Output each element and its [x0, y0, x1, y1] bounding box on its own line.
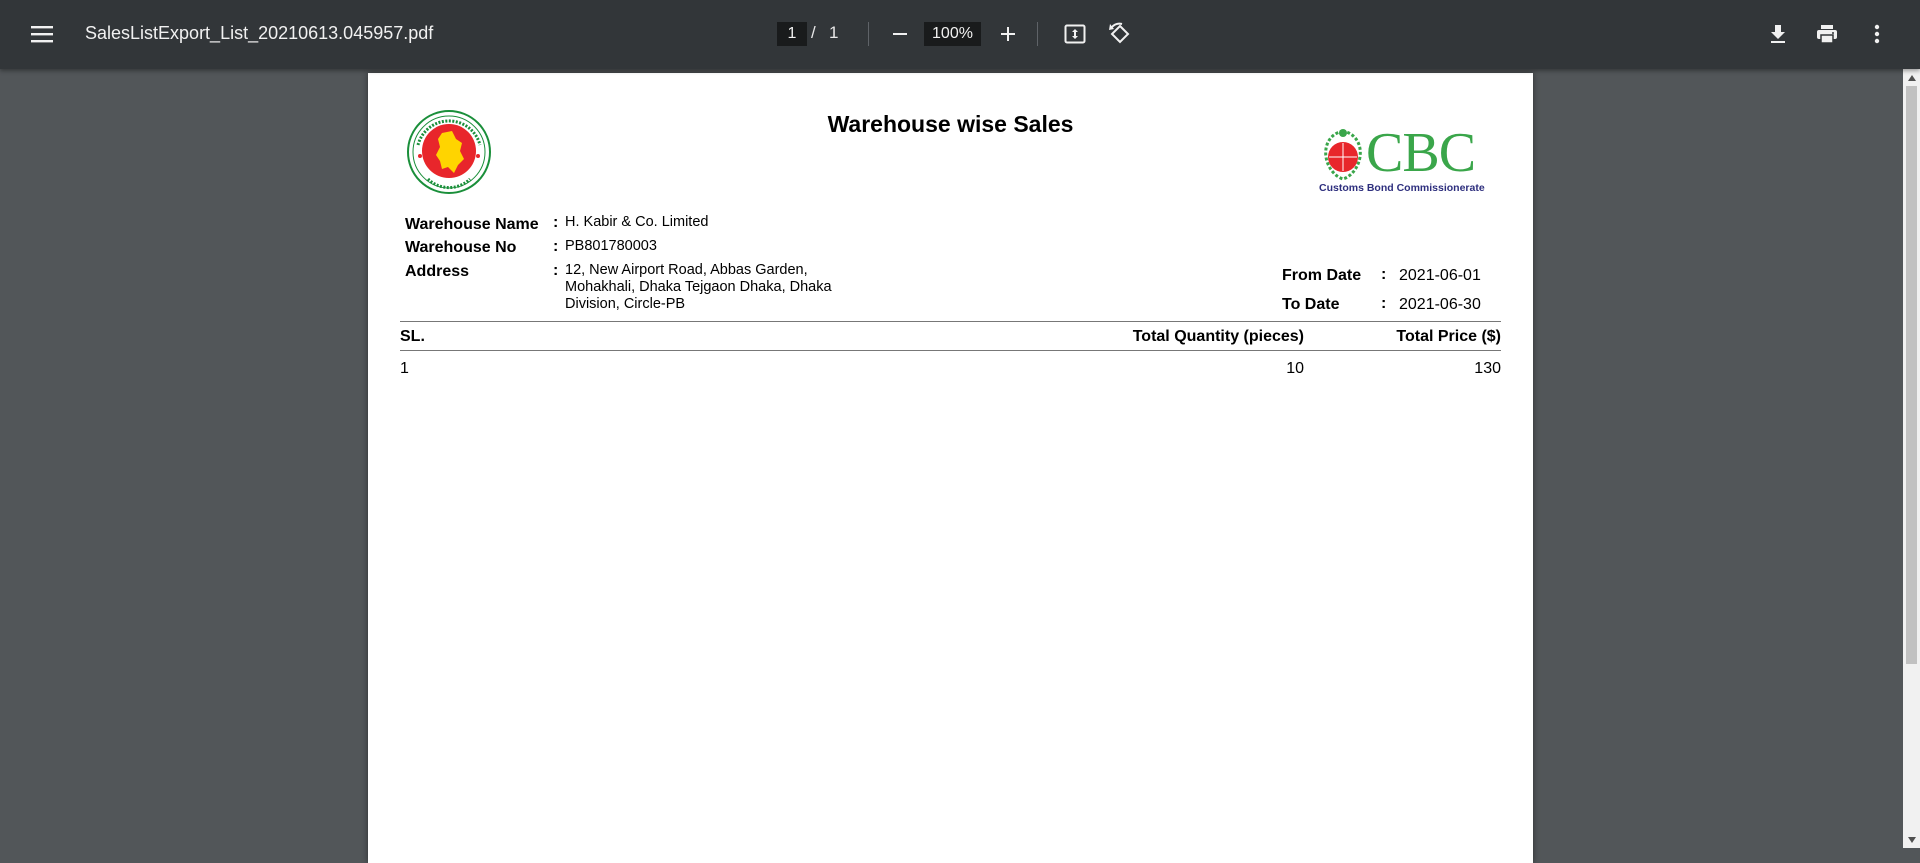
cbc-logo-subtitle: Customs Bond Commissionerate — [1319, 182, 1485, 194]
to-date-label: To Date — [1282, 296, 1340, 313]
vertical-scrollbar[interactable] — [1903, 69, 1920, 848]
colon: : — [553, 214, 559, 231]
zoom-level-input[interactable]: 100% — [924, 22, 981, 46]
download-button[interactable] — [1762, 18, 1794, 50]
cbc-logo-text: CBC — [1366, 122, 1476, 184]
total-pages: 1 — [829, 23, 839, 42]
scrollbar-thumb[interactable] — [1906, 86, 1917, 664]
warehouse-name-label: Warehouse Name — [405, 216, 539, 233]
colon: : — [553, 238, 559, 255]
pdf-viewer[interactable]: Warehouse wise Sales CBC Customs Bond Co… — [0, 69, 1920, 863]
menu-button[interactable] — [26, 18, 58, 50]
hamburger-menu-icon — [31, 26, 53, 43]
download-icon — [1771, 25, 1785, 43]
rotate-button[interactable] — [1104, 18, 1136, 50]
address-line: Mohakhali, Dhaka Tejgaon Dhaka, Dhaka — [565, 279, 832, 295]
scroll-down-button[interactable] — [1903, 831, 1920, 848]
from-date-value: 2021-06-01 — [1399, 267, 1481, 284]
more-options-button[interactable] — [1861, 18, 1893, 50]
colon: : — [1381, 295, 1387, 312]
colon: : — [553, 262, 559, 279]
table-header-rule — [400, 350, 1501, 351]
print-button[interactable] — [1811, 18, 1843, 50]
warehouse-no-value: PB801780003 — [565, 238, 657, 254]
from-date-label: From Date — [1282, 267, 1362, 284]
page-separator: / — [811, 23, 816, 42]
arrow-down-icon — [1907, 836, 1916, 843]
file-title: SalesListExport_List_20210613.045957.pdf — [85, 23, 434, 43]
table-header-sl: SL. — [400, 328, 425, 345]
toolbar-divider — [868, 22, 869, 46]
pdf-page: Warehouse wise Sales CBC Customs Bond Co… — [368, 73, 1533, 863]
toolbar-divider — [1037, 22, 1038, 46]
address-value: 12, New Airport Road, Abbas Garden, Moha… — [565, 262, 832, 313]
rotate-counterclockwise-icon — [1109, 22, 1130, 44]
colon: : — [1381, 266, 1387, 283]
cbc-logo: CBC Customs Bond Commissionerate — [1318, 122, 1488, 197]
zoom-out-button[interactable] — [884, 18, 916, 50]
to-date-value: 2021-06-30 — [1399, 296, 1481, 313]
page-number-input[interactable] — [777, 22, 807, 46]
address-label: Address — [405, 263, 470, 280]
warehouse-name-value: H. Kabir & Co. Limited — [565, 214, 709, 230]
minus-icon — [893, 33, 907, 35]
table-cell-price: 130 — [1474, 360, 1501, 377]
table-top-rule — [400, 321, 1501, 322]
table-header-price: Total Price ($) — [1396, 328, 1501, 345]
table-cell-sl: 1 — [400, 360, 409, 377]
fit-to-page-button[interactable] — [1059, 18, 1091, 50]
cbc-emblem-icon — [1324, 129, 1362, 181]
plus-icon — [1001, 27, 1015, 41]
address-line: 12, New Airport Road, Abbas Garden, — [565, 262, 808, 278]
printer-icon — [1817, 25, 1837, 44]
zoom-in-button[interactable] — [992, 18, 1024, 50]
warehouse-no-label: Warehouse No — [405, 239, 517, 256]
address-line: Division, Circle-PB — [565, 296, 686, 312]
scroll-up-button[interactable] — [1903, 69, 1920, 86]
fit-page-icon — [1064, 24, 1086, 44]
arrow-up-icon — [1907, 74, 1916, 81]
more-vertical-icon — [1874, 24, 1880, 44]
pdf-toolbar: SalesListExport_List_20210613.045957.pdf… — [0, 0, 1920, 69]
